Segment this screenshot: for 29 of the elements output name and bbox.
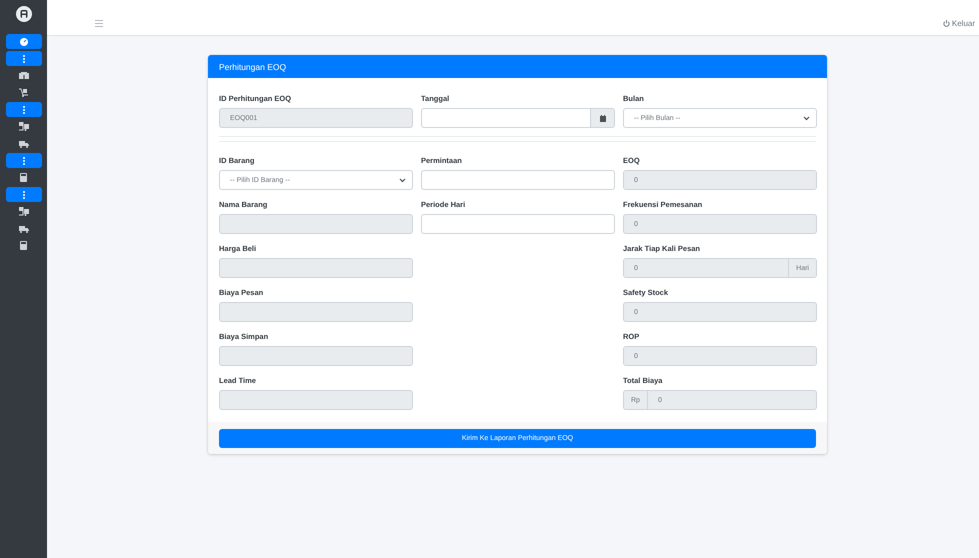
forklift-icon (18, 122, 28, 131)
truck-icon (18, 224, 28, 232)
sidebar-item[interactable] (6, 102, 42, 117)
chevron-down-icon (803, 116, 810, 120)
dolly-icon (19, 88, 28, 97)
input-field[interactable] (219, 258, 413, 278)
calculator-icon (20, 173, 27, 182)
input-field[interactable] (219, 346, 413, 366)
calendar-icon (600, 114, 606, 122)
logo-icon (16, 6, 32, 22)
input-field[interactable] (219, 390, 413, 410)
date-field[interactable] (421, 108, 615, 128)
sidebar-item[interactable] (6, 51, 42, 66)
sidebar-item[interactable] (6, 187, 42, 202)
input-field[interactable] (421, 214, 615, 234)
input-field[interactable] (421, 170, 615, 190)
card-header: Perhitungan EOQ (208, 55, 827, 78)
sidebar-item[interactable] (6, 34, 42, 49)
logout-link[interactable]: Keluar (942, 19, 975, 28)
gauge-icon (20, 38, 28, 46)
boxes-icon (18, 72, 28, 79)
input-field[interactable] (219, 214, 413, 234)
calculator-icon (20, 241, 27, 250)
forklift-icon (18, 207, 28, 216)
chevron-down-icon (399, 178, 406, 182)
sidebar-item[interactable] (6, 153, 42, 168)
input-field[interactable] (219, 302, 413, 322)
power-icon (942, 20, 950, 27)
truck-icon (18, 140, 28, 148)
